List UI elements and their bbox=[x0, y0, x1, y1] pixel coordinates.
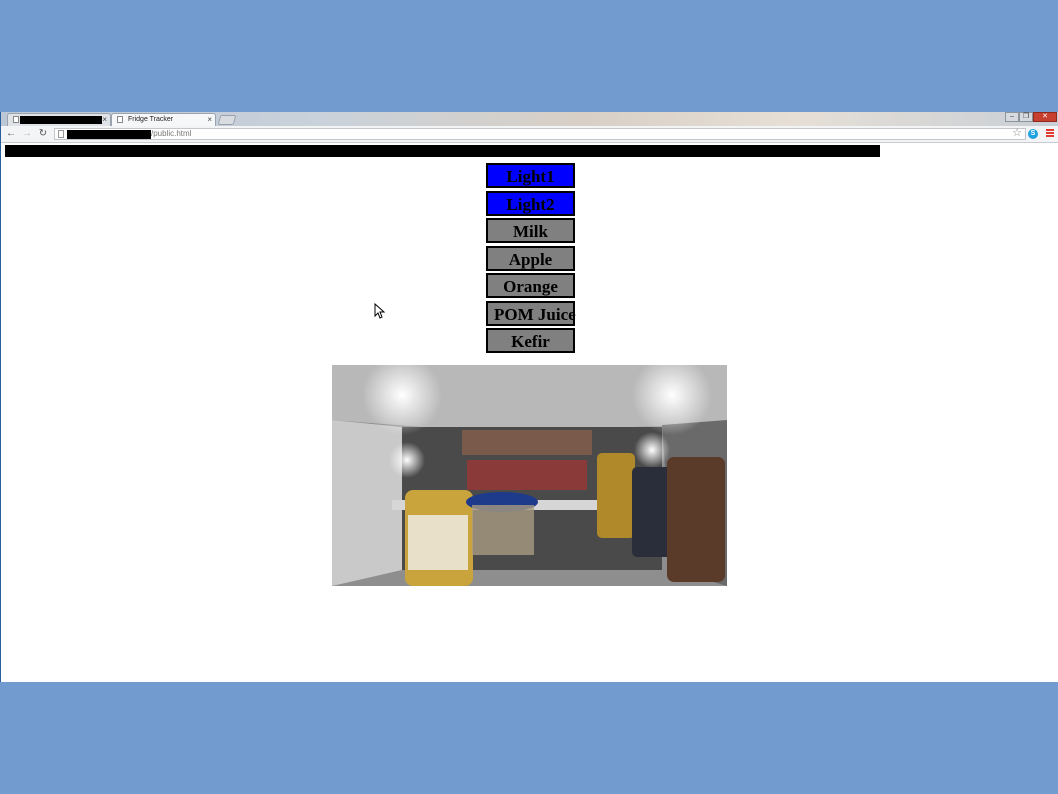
close-icon[interactable]: × bbox=[102, 115, 107, 124]
menu-icon[interactable] bbox=[1046, 129, 1054, 139]
browser-window: × Fridge Tracker × – ❐ ✕ ← → ↻ /public.h… bbox=[0, 112, 1058, 682]
redacted-bookmark-bar bbox=[5, 145, 880, 157]
orange-button[interactable]: Orange bbox=[486, 273, 575, 298]
bookmark-star-icon[interactable]: ☆ bbox=[1012, 127, 1022, 139]
page-content: Light1 Light2 Milk Apple Orange POM Juic… bbox=[1, 158, 1058, 682]
apple-button[interactable]: Apple bbox=[486, 245, 575, 271]
new-tab-button[interactable] bbox=[217, 115, 237, 125]
window-controls: – ❐ ✕ bbox=[1005, 112, 1057, 122]
mouse-cursor-icon bbox=[374, 303, 385, 319]
page-icon bbox=[13, 116, 19, 123]
close-icon[interactable]: × bbox=[207, 115, 212, 124]
close-window-button[interactable]: ✕ bbox=[1033, 112, 1057, 122]
minimize-button[interactable]: – bbox=[1005, 112, 1019, 122]
skype-extension-icon[interactable]: S bbox=[1028, 129, 1038, 139]
milk-button[interactable]: Milk bbox=[486, 218, 575, 243]
light1-button[interactable]: Light1 bbox=[486, 163, 575, 188]
page-icon bbox=[117, 116, 123, 123]
pom-juice-button[interactable]: POM Juice bbox=[486, 300, 576, 326]
tab-strip: × Fridge Tracker × – ❐ ✕ bbox=[1, 112, 1058, 126]
tab-fridge-tracker[interactable]: Fridge Tracker × bbox=[111, 113, 216, 126]
reload-icon[interactable]: ↻ bbox=[37, 128, 49, 140]
address-bar[interactable]: /public.html bbox=[54, 128, 1026, 140]
back-icon[interactable]: ← bbox=[5, 128, 17, 140]
tab-title: Fridge Tracker bbox=[128, 116, 174, 123]
redacted-url bbox=[67, 130, 151, 139]
kefir-button[interactable]: Kefir bbox=[486, 328, 575, 353]
light2-button[interactable]: Light2 bbox=[486, 190, 575, 216]
redacted-tab-title bbox=[20, 116, 102, 124]
url-text: /public.html bbox=[151, 129, 192, 138]
forward-icon[interactable]: → bbox=[21, 128, 33, 140]
browser-toolbar: ← → ↻ /public.html ☆ S bbox=[1, 126, 1058, 143]
page-icon bbox=[58, 130, 64, 138]
tab-redacted[interactable]: × bbox=[7, 113, 111, 126]
restore-button[interactable]: ❐ bbox=[1019, 112, 1033, 122]
control-button-list: Light1 Light2 Milk Apple Orange POM Juic… bbox=[486, 163, 576, 356]
fridge-camera-image bbox=[332, 365, 727, 586]
